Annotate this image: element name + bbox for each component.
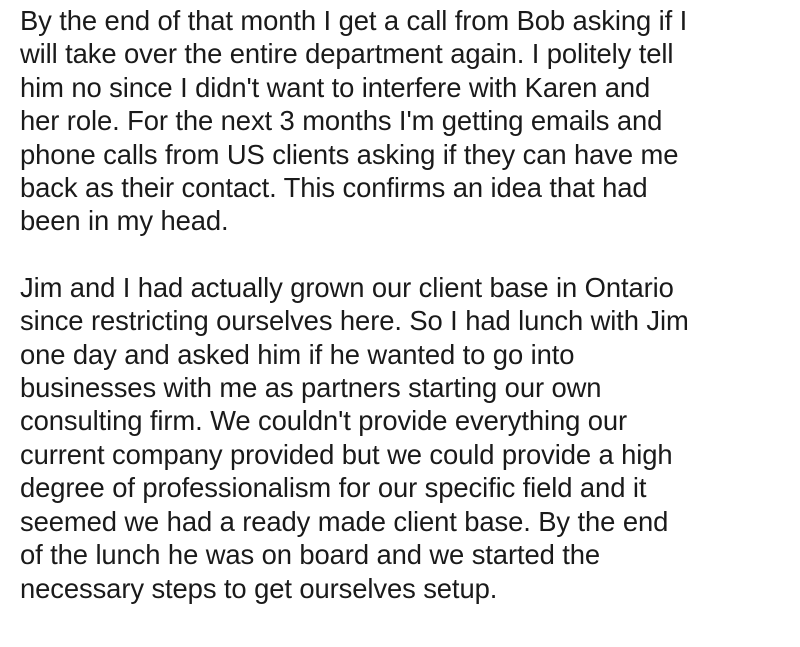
text-line: degree of professionalism for our specif… xyxy=(20,472,647,504)
post-body: By the end of that month I get a call fr… xyxy=(0,0,800,647)
text-line: seemed we had a ready made client base. … xyxy=(20,505,669,537)
text-line: current company provided but we could pr… xyxy=(20,438,673,470)
text-line: back as their contact. This confirms an … xyxy=(20,172,648,204)
text-line: phone calls from US clients asking if th… xyxy=(20,138,679,170)
text-line: will take over the entire department aga… xyxy=(20,38,674,70)
text-line: one day and asked him if he wanted to go… xyxy=(20,338,575,370)
text-line: her role. For the next 3 months I'm gett… xyxy=(20,105,663,137)
text-line: him no since I didn't want to interfere … xyxy=(20,71,651,103)
text-line: necessary steps to get ourselves setup. xyxy=(20,572,498,604)
text-line: consulting firm. We couldn't provide eve… xyxy=(20,405,628,437)
text-line: businesses with me as partners starting … xyxy=(20,372,602,404)
text-line: of the lunch he was on board and we star… xyxy=(20,539,601,571)
text-line: since restricting ourselves here. So I h… xyxy=(20,305,689,337)
paragraph-2: Jim and I had actually grown our client … xyxy=(20,271,786,605)
paragraph-1: By the end of that month I get a call fr… xyxy=(20,4,786,238)
text-line: Jim and I had actually grown our client … xyxy=(20,271,674,303)
text-line: been in my head. xyxy=(20,205,229,237)
text-line: By the end of that month I get a call fr… xyxy=(20,5,688,36)
